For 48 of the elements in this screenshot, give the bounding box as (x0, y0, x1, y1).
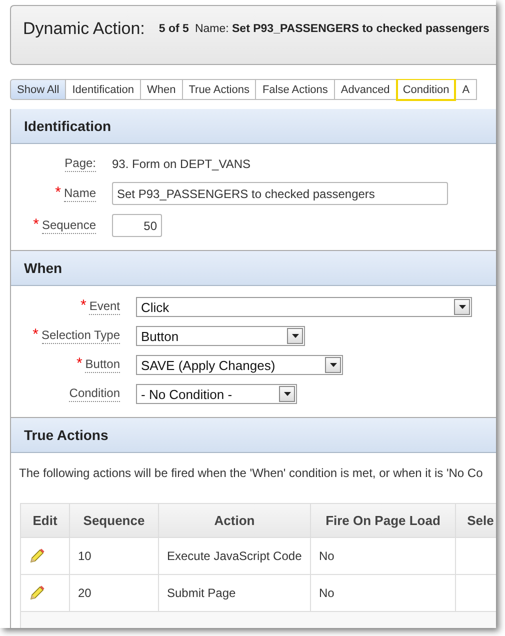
table-cell: No (311, 538, 456, 575)
pencil-icon[interactable] (29, 585, 45, 601)
tab[interactable]: Show All (10, 79, 66, 100)
column-header: Sele (456, 504, 496, 538)
description-text: The following actions will be fired when the 'When' condition is met, or when it is 'No Co (18, 465, 484, 480)
required-mark: * (33, 220, 39, 230)
tab[interactable]: False Actions (256, 79, 335, 100)
table-cell: 10 (70, 538, 159, 575)
field-label: Button (85, 357, 120, 373)
section-title: Identification (24, 118, 112, 134)
column-header: Sequence (70, 504, 159, 538)
tab[interactable]: When (140, 79, 183, 100)
tab[interactable]: Condition (396, 79, 456, 100)
field-label: Page: (64, 156, 96, 172)
select-field[interactable]: Click (136, 297, 472, 317)
tab[interactable]: Identification (66, 79, 141, 100)
section-title: When (24, 260, 62, 276)
field-label: Sequence (42, 218, 96, 234)
field-value: 93. Form on DEPT_VANS (112, 157, 250, 171)
required-mark: * (55, 188, 61, 198)
select-field[interactable]: SAVE (Apply Changes) (136, 355, 343, 375)
required-mark: * (76, 359, 82, 369)
required-mark: * (80, 301, 86, 311)
caret-icon (292, 334, 298, 338)
select-field[interactable]: - No Condition - (136, 384, 297, 404)
input-field[interactable]: 50 (112, 214, 162, 237)
field-label: Name (64, 186, 96, 202)
select-field[interactable]: Button (136, 326, 305, 346)
pencil-icon[interactable] (29, 548, 45, 564)
field-label: Condition (69, 386, 120, 402)
caret-icon (284, 392, 290, 396)
tab[interactable]: True Actions (182, 79, 256, 100)
column-header: Edit (21, 504, 70, 538)
field-label: Event (89, 299, 120, 315)
column-header: Fire On Page Load (311, 504, 456, 538)
section-title: True Actions (24, 427, 108, 443)
field-label: Selection Type (42, 328, 120, 344)
record-position: 5 of 5 (158, 23, 189, 35)
caret-icon (330, 363, 336, 367)
caret-icon (458, 305, 466, 309)
tab[interactable]: A (456, 79, 477, 100)
record-name: Name: Set P93_PASSENGERS to checked passengers (194, 23, 490, 35)
column-header: Action (159, 504, 311, 538)
page-title: Dynamic Action: (23, 19, 145, 39)
tab[interactable]: Advanced (334, 79, 397, 100)
input-field[interactable]: Set P93_PASSENGERS to checked passengers (112, 182, 448, 205)
required-mark: * (32, 330, 38, 340)
table-cell: Execute JavaScript Code (159, 538, 311, 575)
